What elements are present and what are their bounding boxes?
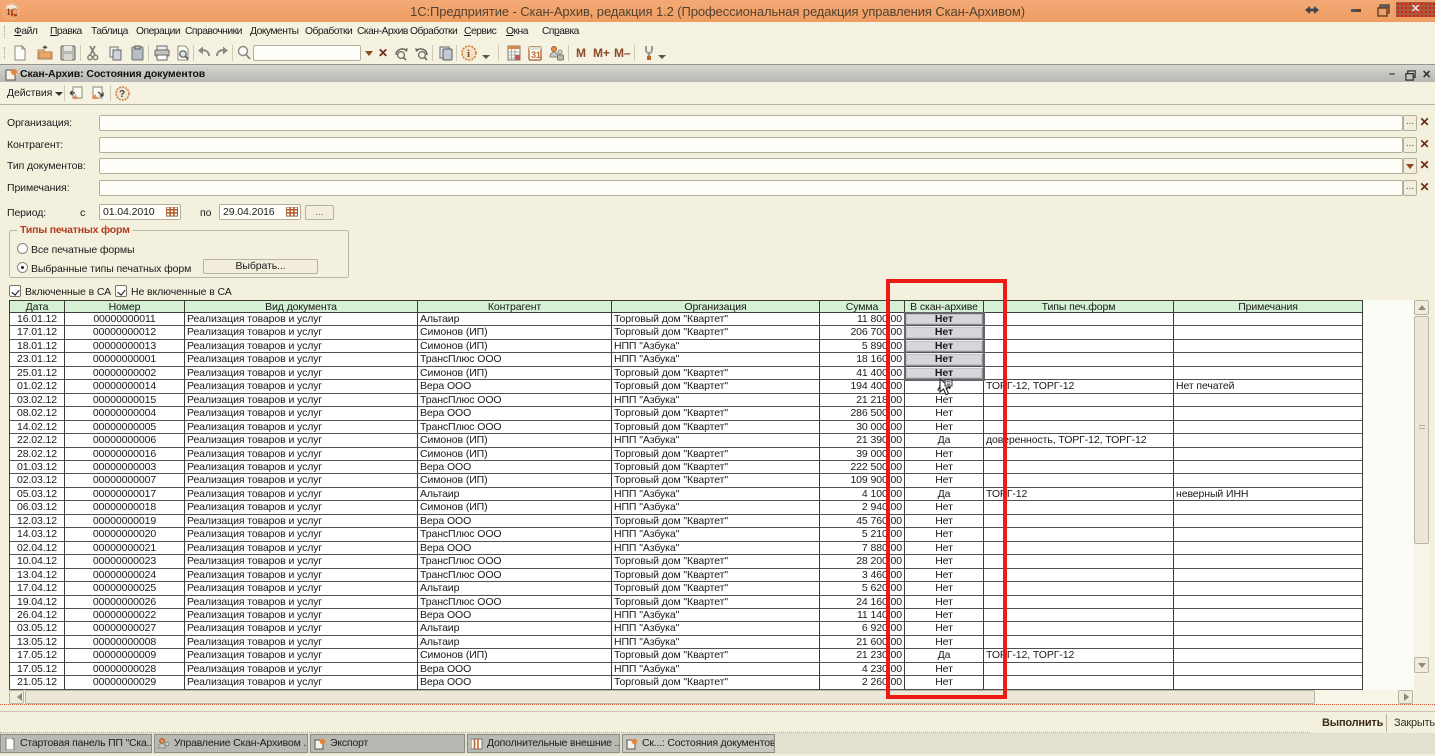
svg-text:?: ? [119,89,125,100]
svg-text:i: i [467,48,470,60]
svg-text:31: 31 [531,50,541,60]
